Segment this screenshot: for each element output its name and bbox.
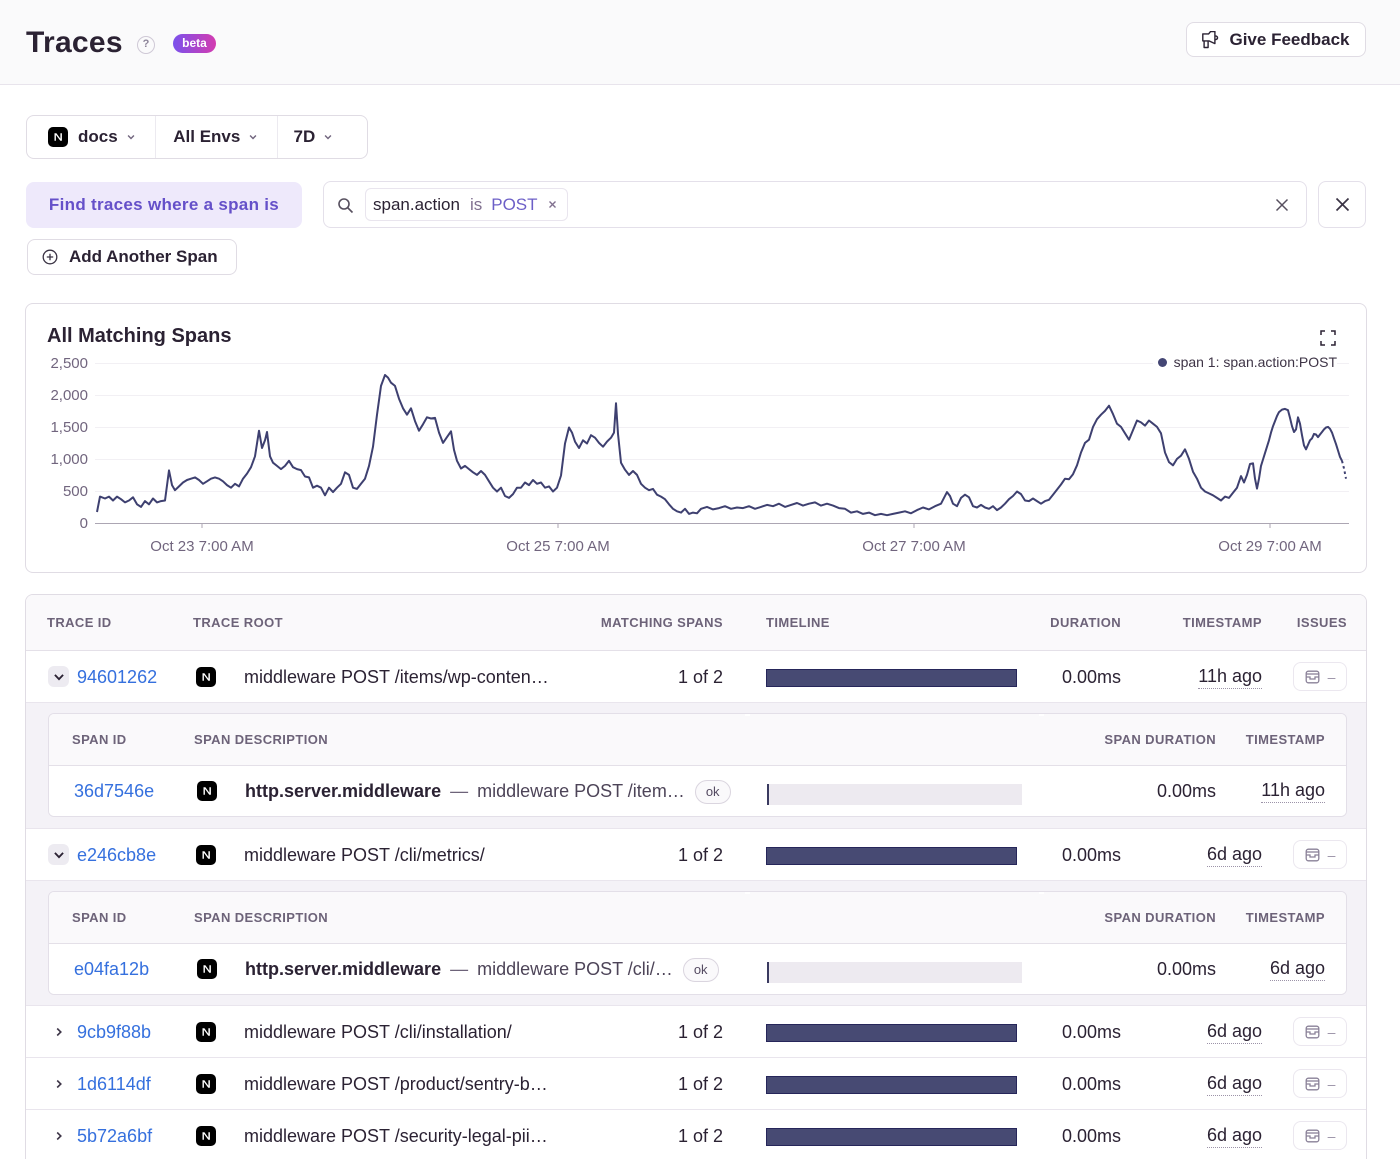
svg-text:Oct 25 7:00 AM: Oct 25 7:00 AM <box>506 538 609 555</box>
svg-text:1,000: 1,000 <box>50 451 88 468</box>
svg-text:500: 500 <box>63 483 88 500</box>
svg-text:Oct 23 7:00 AM: Oct 23 7:00 AM <box>150 538 253 555</box>
svg-text:1,500: 1,500 <box>50 419 88 436</box>
svg-text:2,500: 2,500 <box>50 355 88 372</box>
svg-text:Oct 27 7:00 AM: Oct 27 7:00 AM <box>862 538 965 555</box>
svg-text:Oct 29 7:00 AM: Oct 29 7:00 AM <box>1218 538 1321 555</box>
svg-text:0: 0 <box>80 515 88 532</box>
svg-text:2,000: 2,000 <box>50 387 88 404</box>
